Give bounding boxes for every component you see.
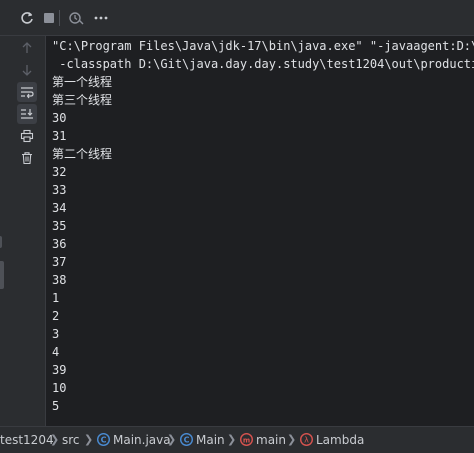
console-line: 第一个线程 [52, 75, 113, 89]
svg-text:C: C [184, 436, 190, 445]
console-gutter [0, 36, 46, 426]
console-line: 38 [52, 273, 67, 287]
snapshot-icon [69, 12, 84, 25]
chevron-right-icon: ❯ [167, 433, 177, 446]
side-panel-marker [0, 236, 2, 248]
console-line: 30 [52, 111, 67, 125]
method-icon: m [240, 433, 253, 446]
print-button[interactable] [17, 126, 37, 146]
java-file-icon: C [97, 433, 110, 446]
more-button[interactable] [92, 9, 110, 27]
svg-text:m: m [243, 436, 250, 444]
breadcrumb-method[interactable]: main [256, 432, 286, 448]
breadcrumb-project[interactable]: test1204 [0, 432, 54, 448]
console-line: "C:\Program Files\Java\jdk-17\bin\java.e… [52, 39, 474, 53]
console-line: 32 [52, 165, 67, 179]
breadcrumb-class[interactable]: Main [196, 432, 225, 448]
console-line: 5 [52, 399, 60, 413]
breadcrumb-file[interactable]: Main.java [113, 432, 171, 448]
console-line: 31 [52, 129, 67, 143]
chevron-right-icon: ❯ [287, 433, 297, 446]
class-icon: C [180, 433, 193, 446]
run-tool-window: "C:\Program Files\Java\jdk-17\bin\java.e… [0, 0, 474, 453]
console-line: 37 [52, 255, 67, 269]
lambda-icon: λ [300, 433, 313, 446]
stop-icon [44, 13, 54, 23]
soft-wrap-button[interactable] [17, 82, 37, 102]
scroll-to-end-icon [21, 109, 33, 119]
svg-text:λ: λ [304, 436, 309, 445]
navigation-bar: test1204 ❯ src ❯ C Main.java ❯ C Main ❯ … [0, 426, 474, 453]
console-line: 36 [52, 237, 67, 251]
scroll-to-end-button[interactable] [17, 104, 37, 124]
chevron-right-icon: ❯ [227, 433, 237, 446]
breadcrumb-src[interactable]: src [62, 432, 80, 448]
console-line: 第三个线程 [52, 93, 113, 107]
trash-icon [22, 152, 32, 165]
toolbar-separator [59, 10, 60, 26]
console-line: 10 [52, 381, 67, 395]
more-icon [94, 16, 108, 20]
print-icon [20, 129, 34, 143]
console-line: -classpath D:\Git\java.day.day.study\tes… [52, 57, 474, 71]
snapshot-button[interactable] [67, 9, 85, 27]
console-output[interactable]: "C:\Program Files\Java\jdk-17\bin\java.e… [52, 36, 474, 426]
console-line: 39 [52, 363, 67, 377]
arrow-up-icon [22, 42, 32, 53]
console-line: 第二个线程 [52, 147, 113, 161]
console-line: 35 [52, 219, 67, 233]
scroll-down-button[interactable] [17, 60, 37, 80]
breadcrumb-lambda[interactable]: Lambda [316, 432, 364, 448]
stop-button[interactable] [40, 9, 58, 27]
console-line: 2 [52, 309, 60, 323]
chevron-right-icon: ❯ [50, 433, 60, 446]
chevron-right-icon: ❯ [84, 433, 94, 446]
rerun-button[interactable] [18, 9, 36, 27]
console-line: 34 [52, 201, 67, 215]
console-line: 33 [52, 183, 67, 197]
svg-text:C: C [101, 436, 107, 445]
soft-wrap-icon [21, 87, 34, 99]
scroll-up-button[interactable] [17, 38, 37, 58]
arrow-down-icon [22, 65, 32, 76]
console-line: 1 [52, 291, 60, 305]
run-toolbar [0, 0, 474, 36]
side-panel-handle[interactable] [0, 261, 4, 289]
clear-all-button[interactable] [17, 148, 37, 168]
rerun-icon [21, 12, 33, 24]
console-line: 4 [52, 345, 60, 359]
console-line: 3 [52, 327, 60, 341]
